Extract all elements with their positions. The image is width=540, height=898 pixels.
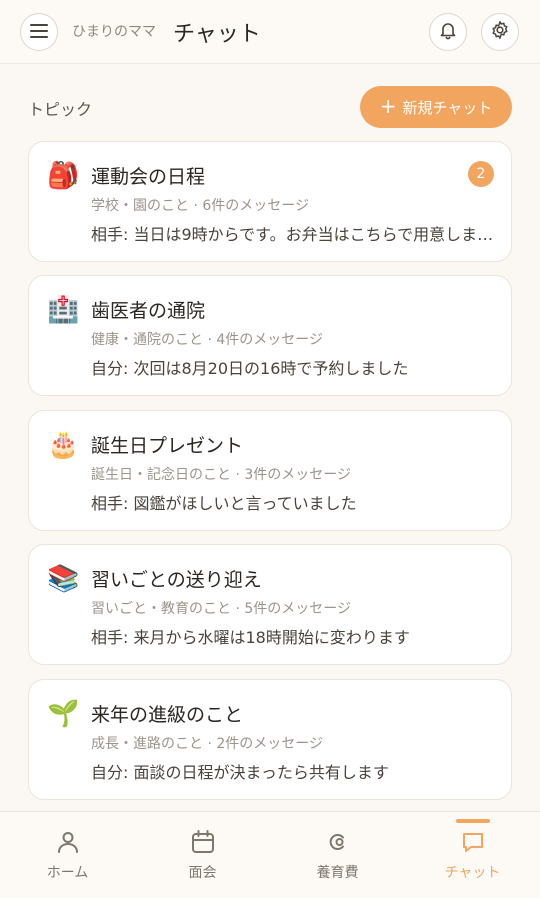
topics-label: トピック <box>28 100 93 119</box>
backpack-icon: 🎒 <box>47 161 80 191</box>
new-chat-label: 新規チャット <box>402 98 493 117</box>
new-chat-button[interactable]: + 新規チャット <box>360 86 512 128</box>
topic-preview: 相手: 来月から水曜は18時開始に変わります <box>91 628 410 647</box>
active-tab-indicator <box>455 819 490 823</box>
topic-meta: 習いごと・教育のこと · 5件のメッセージ <box>91 601 351 617</box>
user-name: ひまりのママ <box>72 24 156 40</box>
topic-preview: 相手: 当日は9時からです。お弁当はこちらで用意しますので <box>91 225 497 244</box>
topic-title: 来年の進級のこと <box>91 704 244 726</box>
topic-preview: 相手: 図鑑がほしいと言っていました <box>91 494 357 513</box>
topic-meta: 学校・園のこと · 6件のメッセージ <box>91 198 309 214</box>
seedling-icon: 🌱 <box>47 699 80 729</box>
tab-visits[interactable]: 面会 <box>135 812 270 898</box>
topic-meta: 成長・進路のこと · 2件のメッセージ <box>91 736 323 752</box>
unread-badge: 2 <box>468 161 494 187</box>
yen-coin-icon <box>324 828 352 856</box>
topic-title: 習いごとの送り迎え <box>91 569 262 591</box>
books-icon: 📚 <box>47 564 80 594</box>
app-header: ひまりのママ チャット <box>0 0 540 64</box>
page-title: チャット <box>173 22 261 47</box>
topic-meta: 健康・通院のこと · 4件のメッセージ <box>91 332 323 348</box>
calendar-icon <box>189 828 217 856</box>
topic-preview: 自分: 次回は8月20日の16時で予約しました <box>91 359 409 378</box>
tab-label: 面会 <box>188 865 217 881</box>
person-icon <box>54 828 82 856</box>
tab-home[interactable]: ホーム <box>0 812 135 898</box>
topic-meta: 誕生日・記念日のこと · 3件のメッセージ <box>91 467 351 483</box>
menu-button[interactable] <box>20 13 58 51</box>
topic-card-birthday[interactable]: 🎂 誕生日プレゼント 誕生日・記念日のこと · 3件のメッセージ 相手: 図鑑が… <box>28 410 512 531</box>
notifications-button[interactable] <box>429 13 467 51</box>
bell-icon <box>438 20 458 44</box>
topic-preview: 自分: 面談の日程が決まったら共有します <box>91 763 389 782</box>
chat-icon <box>459 828 487 856</box>
topic-card-lessons[interactable]: 📚 習いごとの送り迎え 習いごと・教育のこと · 5件のメッセージ 相手: 来月… <box>28 544 512 665</box>
bottom-tab-bar: ホーム 面会 養育費 チャット <box>0 811 540 898</box>
cake-icon: 🎂 <box>47 430 80 460</box>
tab-chat[interactable]: チャット <box>405 812 540 898</box>
topic-card-dentist[interactable]: 🏥 歯医者の通院 健康・通院のこと · 4件のメッセージ 自分: 次回は8月20… <box>28 275 512 396</box>
topic-title: 誕生日プレゼント <box>91 435 244 457</box>
tab-label: ホーム <box>46 865 89 881</box>
tab-label: 養育費 <box>316 865 359 881</box>
topic-title: 歯医者の通院 <box>91 300 206 322</box>
topic-card-sports-day[interactable]: 🎒 運動会の日程 学校・園のこと · 6件のメッセージ 相手: 当日は9時からで… <box>28 141 512 262</box>
tab-child-support[interactable]: 養育費 <box>270 812 405 898</box>
tab-label: チャット <box>444 865 501 881</box>
settings-button[interactable] <box>481 13 519 51</box>
plus-icon: + <box>379 94 397 118</box>
hospital-icon: 🏥 <box>47 295 80 325</box>
gear-icon <box>490 20 510 44</box>
topic-title: 運動会の日程 <box>91 166 206 188</box>
menu-icon <box>30 23 48 42</box>
topic-card-promotion[interactable]: 🌱 来年の進級のこと 成長・進路のこと · 2件のメッセージ 自分: 面談の日程… <box>28 679 512 800</box>
